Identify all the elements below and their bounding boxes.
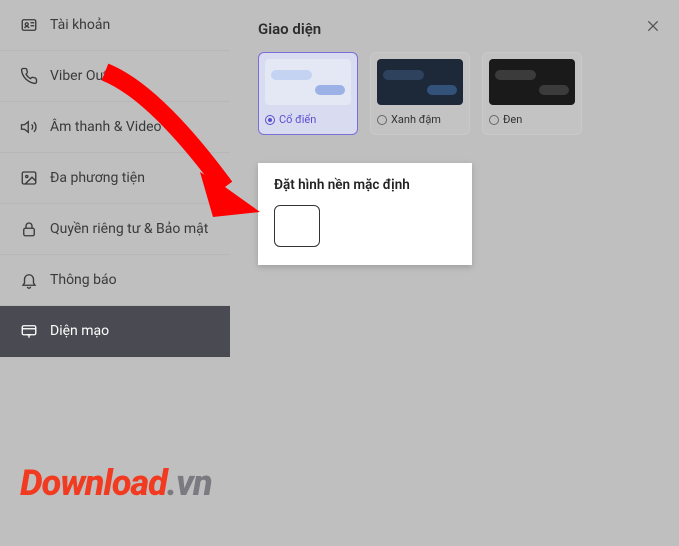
theme-option-darkblue[interactable]: Xanh đậm	[370, 52, 470, 135]
close-button[interactable]	[645, 18, 661, 39]
sidebar-item-appearance[interactable]: Diện mạo	[0, 306, 230, 357]
radio-icon	[377, 115, 387, 125]
phone-icon	[20, 67, 38, 85]
theme-label: Xanh đậm	[391, 113, 441, 126]
radio-icon	[265, 115, 275, 125]
theme-option-black[interactable]: Đen	[482, 52, 582, 135]
sidebar-item-label: Diện mạo	[50, 323, 109, 339]
bell-icon	[20, 271, 38, 289]
appearance-icon	[20, 322, 38, 340]
lock-icon	[20, 220, 38, 238]
watermark-brand: Download	[20, 462, 167, 504]
sidebar-item-account[interactable]: Tài khoản	[0, 0, 230, 51]
theme-label: Cổ điển	[279, 113, 316, 126]
watermark-suffix: .vn	[167, 462, 212, 504]
sidebar-item-label: Thông báo	[50, 272, 117, 288]
sidebar-item-label: Viber Out	[50, 68, 108, 84]
speaker-icon	[20, 118, 38, 136]
sidebar-item-label: Tài khoản	[50, 17, 110, 33]
theme-label: Đen	[503, 113, 522, 126]
default-background-section: Đặt hình nền mặc định	[258, 163, 472, 265]
sidebar-item-label: Âm thanh & Video	[50, 119, 162, 135]
radio-icon	[489, 115, 499, 125]
main-panel: Giao diện Cổ điển Xanh đậm Đen Đặt hình …	[230, 0, 679, 546]
sidebar-item-notifications[interactable]: Thông báo	[0, 255, 230, 306]
bg-swatch-white[interactable]	[274, 205, 320, 247]
sidebar-item-audio-video[interactable]: Âm thanh & Video	[0, 102, 230, 153]
themes-row: Cổ điển Xanh đậm Đen	[258, 52, 651, 135]
theme-preview	[489, 59, 575, 105]
user-card-icon	[20, 16, 38, 34]
image-icon	[20, 169, 38, 187]
sidebar-item-media[interactable]: Đa phương tiện	[0, 153, 230, 204]
watermark-logo: Download.vn	[20, 462, 212, 504]
theme-option-classic[interactable]: Cổ điển	[258, 52, 358, 135]
section-title-theme: Giao diện	[258, 20, 651, 38]
sidebar-item-privacy[interactable]: Quyền riêng tư & Bảo mật	[0, 204, 230, 255]
theme-preview	[377, 59, 463, 105]
sidebar-item-label: Đa phương tiện	[50, 170, 145, 186]
theme-preview	[265, 59, 351, 105]
sidebar-item-label: Quyền riêng tư & Bảo mật	[50, 221, 208, 237]
bg-section-title: Đặt hình nền mặc định	[274, 177, 456, 193]
sidebar-item-viber-out[interactable]: Viber Out	[0, 51, 230, 102]
